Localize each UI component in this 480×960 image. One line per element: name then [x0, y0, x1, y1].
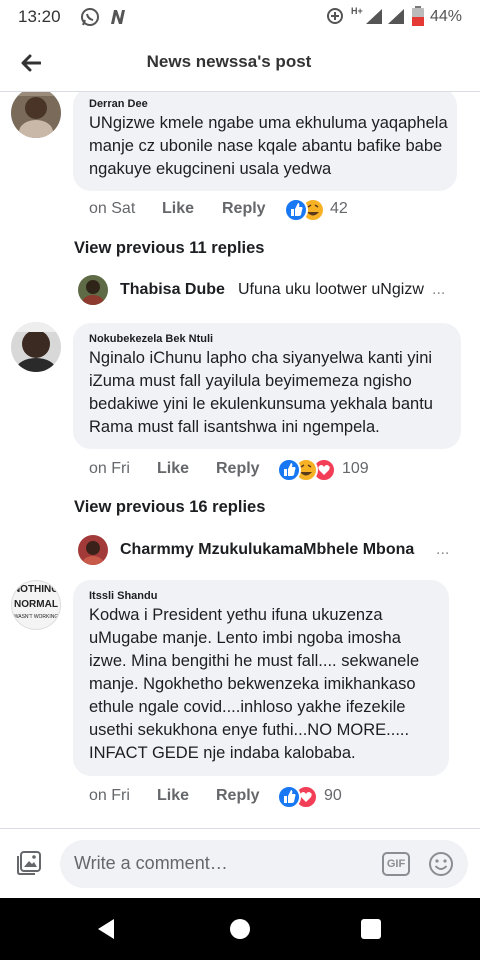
comment-input[interactable]: Write a comment… GIF: [60, 840, 468, 888]
reaction-icons[interactable]: [283, 197, 327, 223]
notification-n-icon: [108, 7, 128, 32]
reply-author[interactable]: Thabisa Dube: [120, 281, 225, 299]
comment-composer: Write a comment… GIF: [0, 828, 480, 898]
photo-button[interactable]: [15, 849, 45, 879]
comment-bubble[interactable]: Itssli Shandu Kodwa i President yethu if…: [73, 580, 449, 776]
comment-time[interactable]: on Sat: [89, 200, 135, 218]
like-reaction-icon: [277, 785, 301, 809]
avatar[interactable]: NOTHING NORMAL WASN'T WORKING: [11, 580, 61, 630]
battery-percent: 44%: [430, 8, 463, 25]
avatar[interactable]: [11, 322, 61, 372]
post-header: News newssa's post: [0, 34, 480, 92]
reaction-icons[interactable]: [276, 784, 320, 810]
reply-button[interactable]: Reply: [216, 460, 260, 478]
page-title: News newssa's post: [146, 52, 312, 71]
view-previous-replies[interactable]: View previous 16 replies: [74, 498, 265, 517]
reaction-count[interactable]: 109: [342, 460, 369, 478]
avatar-text-bottom: WASN'T WORKING: [13, 614, 59, 620]
nav-home-button[interactable]: [230, 919, 250, 939]
data-saver-icon: [326, 7, 344, 30]
reply-snippet: Ufuna uku lootwer uNgizw: [238, 281, 424, 298]
comment-time[interactable]: on Fri: [89, 460, 130, 478]
reply-ellipsis: ...: [432, 281, 446, 298]
status-bar: 13:20 H+ 44%: [0, 0, 480, 34]
reaction-count[interactable]: 90: [324, 787, 342, 805]
nav-back-button[interactable]: [96, 918, 116, 945]
reply-preview[interactable]: Charmmy MzukulukamaMbhele Mbona ...: [78, 535, 458, 565]
like-button[interactable]: Like: [157, 787, 189, 805]
signal-icon: [366, 9, 382, 29]
like-reaction-icon: [284, 198, 308, 222]
smiley-icon: [429, 852, 453, 876]
reaction-icons[interactable]: [276, 457, 338, 483]
comment-bubble[interactable]: Nokubekezela Bek Ntuli Nginalo iChunu la…: [73, 323, 461, 449]
system-nav-bar: [0, 898, 480, 960]
comment-author[interactable]: Itssli Shandu: [89, 590, 157, 602]
comment-actions: on Sat Like Reply 42: [89, 197, 389, 224]
photo-icon: [17, 851, 41, 875]
like-button[interactable]: Like: [162, 200, 194, 218]
avatar[interactable]: [11, 92, 61, 138]
comments-feed[interactable]: Derran Dee UNgizwe kmele ngabe uma ekhul…: [0, 92, 480, 828]
nav-recents-button[interactable]: [361, 919, 381, 939]
reaction-count[interactable]: 42: [330, 200, 348, 218]
battery-icon: [412, 6, 424, 31]
avatar[interactable]: [78, 535, 108, 565]
like-button[interactable]: Like: [157, 460, 189, 478]
emoji-button[interactable]: [427, 850, 455, 878]
comment-text: Kodwa i President yethu ifuna ukuzenza u…: [89, 606, 420, 762]
avatar-text-top: NOTHING: [12, 584, 60, 595]
reply-author[interactable]: Charmmy MzukulukamaMbhele Mbona: [120, 541, 414, 559]
signal-icon-2: [388, 9, 404, 29]
triangle-back-icon: [98, 919, 114, 939]
reply-ellipsis: ...: [436, 541, 450, 558]
view-previous-replies[interactable]: View previous 11 replies: [74, 239, 264, 258]
comment-actions: on Fri Like Reply 109: [89, 457, 409, 484]
comment-text: UNgizwe kmele ngabe uma ekhuluma yaqaphe…: [89, 114, 448, 178]
network-type: H+: [351, 6, 363, 16]
comment-placeholder: Write a comment…: [74, 853, 228, 873]
comment-time[interactable]: on Fri: [89, 787, 130, 805]
like-reaction-icon: [277, 458, 301, 482]
comment-author[interactable]: Nokubekezela Bek Ntuli: [89, 333, 213, 345]
reply-button[interactable]: Reply: [216, 787, 260, 805]
comment-actions: on Fri Like Reply 90: [89, 784, 409, 811]
gif-button[interactable]: GIF: [382, 852, 410, 876]
comment-author[interactable]: Derran Dee: [89, 98, 148, 110]
reply-preview[interactable]: Thabisa Dube Ufuna uku lootwer uNgizw ..…: [78, 275, 458, 305]
whatsapp-icon: [80, 7, 100, 32]
comment-bubble[interactable]: Derran Dee UNgizwe kmele ngabe uma ekhul…: [73, 92, 457, 191]
comment-text: Nginalo iChunu lapho cha siyanyelwa kant…: [89, 349, 433, 436]
avatar[interactable]: [78, 275, 108, 305]
avatar-text-middle: NORMAL: [14, 599, 58, 610]
status-time: 13:20: [18, 7, 61, 26]
reply-button[interactable]: Reply: [222, 200, 266, 218]
